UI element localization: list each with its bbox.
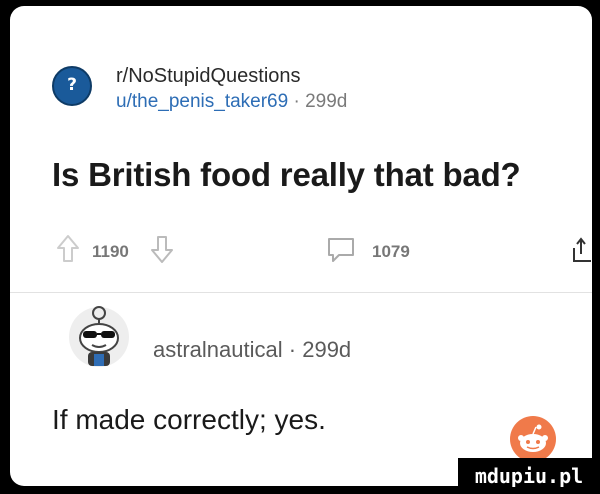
reddit-logo [510,416,556,462]
divider [10,292,592,293]
post-meta: u/the_penis_taker69 · 299d [116,91,347,113]
comment-author[interactable]: astralnautical [153,337,283,362]
post-card: ? r/NoStupidQuestions u/the_penis_taker6… [10,6,592,486]
comment-bubble-icon[interactable] [326,236,356,264]
upvote-count: 1190 [92,242,129,261]
share-icon[interactable] [570,236,592,264]
comment-age: 299d [302,337,352,362]
post-actions: 1190 1079 [10,226,592,266]
subreddit-avatar[interactable]: ? [52,66,92,106]
post-age: 299d [305,91,348,112]
comment-meta-separator: · [288,337,297,362]
downvote-arrow-icon[interactable] [150,234,174,264]
meta-separator: · [293,91,300,112]
question-mark-icon: ? [67,75,77,95]
snoo-icon [518,424,548,452]
comment-body: If made correctly; yes. [52,404,326,435]
commenter-avatar[interactable] [68,306,130,368]
upvote-arrow-icon[interactable] [56,234,80,264]
comment-count: 1079 [372,242,410,261]
subreddit-name[interactable]: r/NoStupidQuestions [116,64,301,88]
comment-meta: astralnautical · 299d [153,337,351,363]
post-title[interactable]: Is British food really that bad? [52,156,521,194]
watermark: mdupiu.pl [458,458,600,494]
post-author[interactable]: u/the_penis_taker69 [116,91,288,112]
